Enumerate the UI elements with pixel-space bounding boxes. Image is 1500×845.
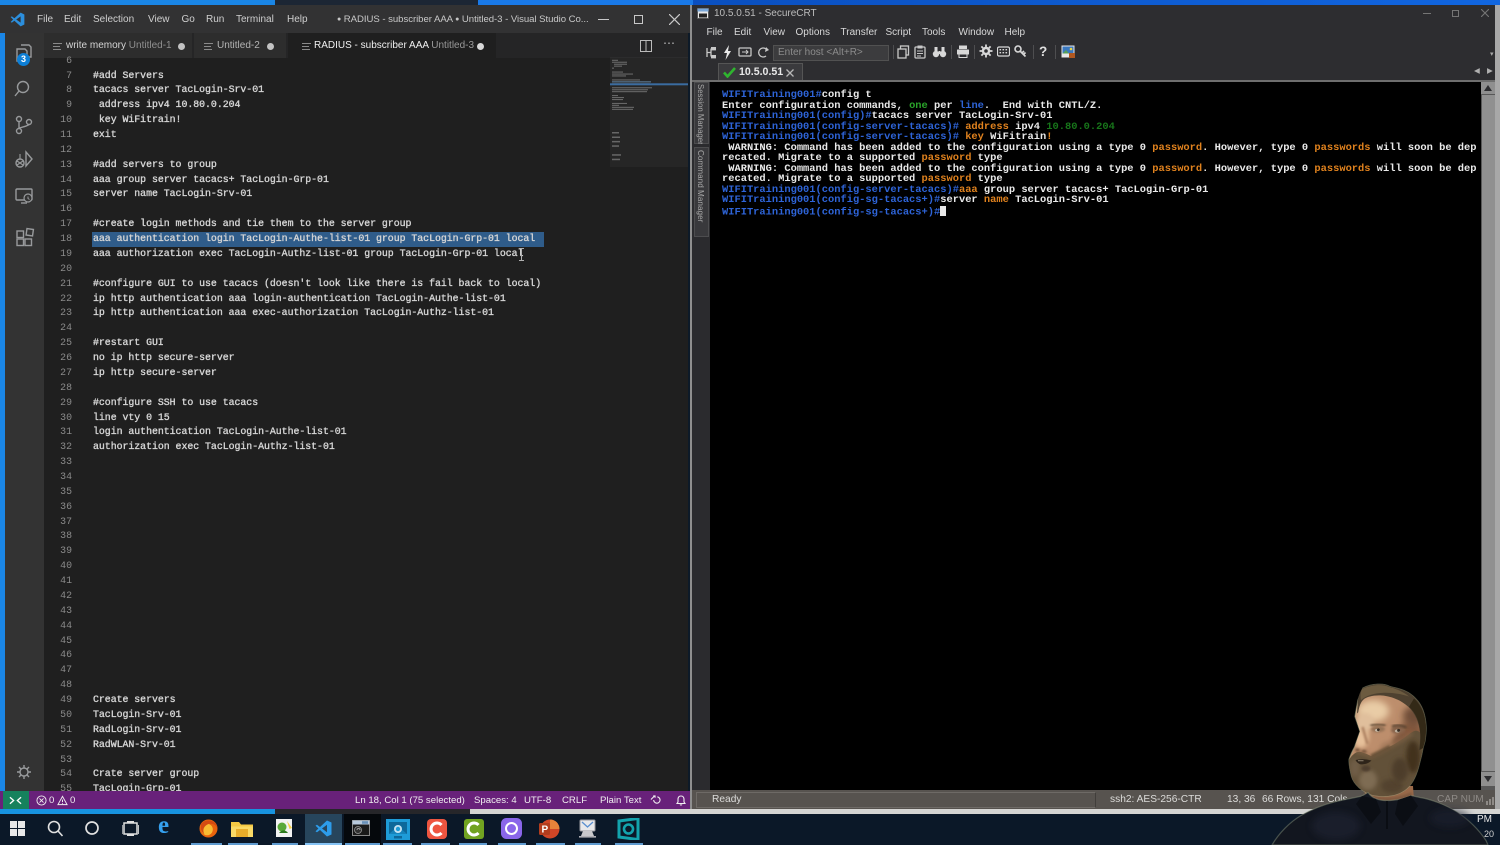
svg-text:P: P (542, 825, 549, 836)
